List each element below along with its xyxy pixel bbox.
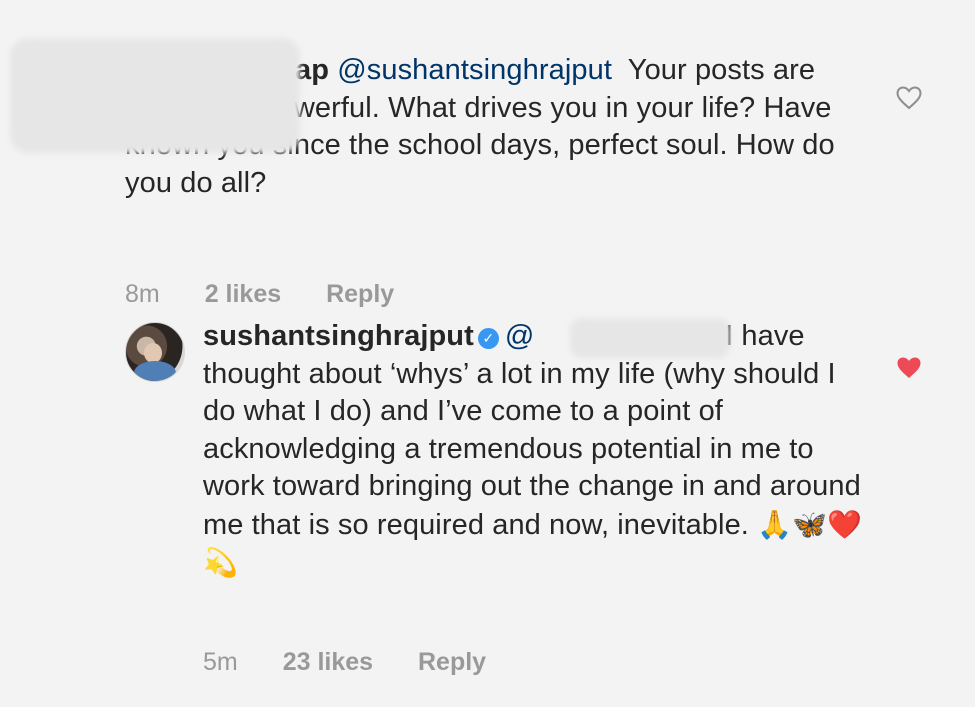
comment-2-username[interactable]: sushantsinghrajput xyxy=(203,320,474,352)
comment-1-time: 8m xyxy=(125,280,160,308)
comment-2-meta: 5m 23 likes Reply xyxy=(203,648,524,677)
dizzy-emoji-icon: 💫 xyxy=(203,546,238,579)
red-heart-emoji-icon: ❤️ xyxy=(827,507,863,541)
comment-1-mention[interactable]: @sushantsinghrajput xyxy=(337,54,612,86)
comment-2-time: 5m xyxy=(203,648,238,676)
butterfly-emoji-icon: 🦋 xyxy=(792,507,828,541)
comment-2-like-icon[interactable] xyxy=(896,356,922,380)
comment-2-likes[interactable]: 23 likes xyxy=(283,648,373,676)
redacted-username-1 xyxy=(10,38,300,153)
verified-badge-icon: ✓ xyxy=(477,328,499,349)
avatar[interactable] xyxy=(125,322,185,382)
comment-2-reply-button[interactable]: Reply xyxy=(418,648,486,676)
redacted-username-2 xyxy=(570,318,730,358)
comment-1-likes[interactable]: 2 likes xyxy=(205,280,281,308)
folded-hands-emoji-icon: 🙏 xyxy=(757,507,793,541)
comment-2-body: sushantsinghrajput✓@ap I have thought ab… xyxy=(203,318,863,582)
comment-1-meta: 8m 2 likes Reply xyxy=(125,280,432,309)
comment-2-mention[interactable]: @ xyxy=(505,320,535,352)
comment-1-like-icon[interactable] xyxy=(896,86,922,110)
comment-1-reply-button[interactable]: Reply xyxy=(326,280,394,308)
